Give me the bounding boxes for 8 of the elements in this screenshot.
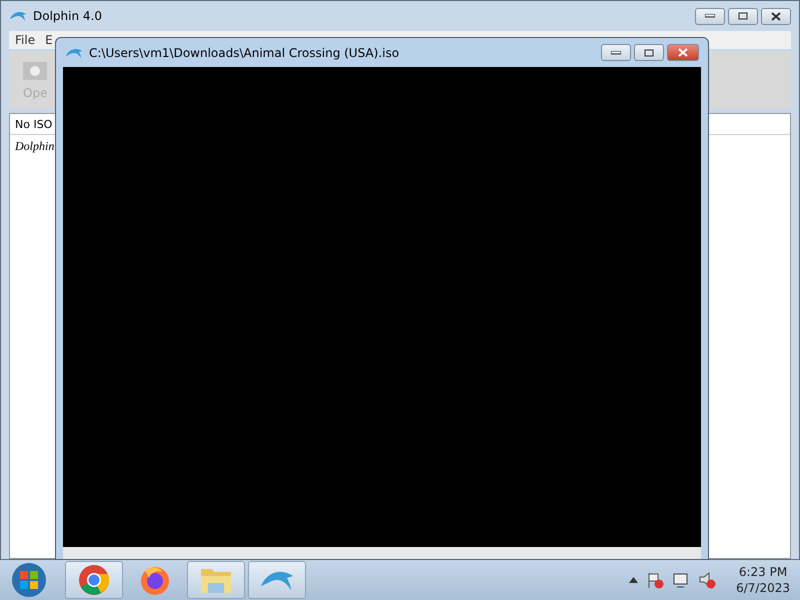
list-message: Dolphin <box>15 138 54 154</box>
list-header: No ISO <box>15 118 52 130</box>
clock-date[interactable]: 6/7/2023 <box>736 581 790 595</box>
window-title: Dolphin 4.0 <box>33 9 102 23</box>
window-title: C:\Users\vm1\Downloads\Animal Crossing (USA).iso <box>89 46 400 60</box>
menu-item[interactable]: File <box>15 33 36 47</box>
menu-item[interactable]: E <box>45 33 53 47</box>
clock-time[interactable]: 6:23 PM <box>738 565 788 579</box>
